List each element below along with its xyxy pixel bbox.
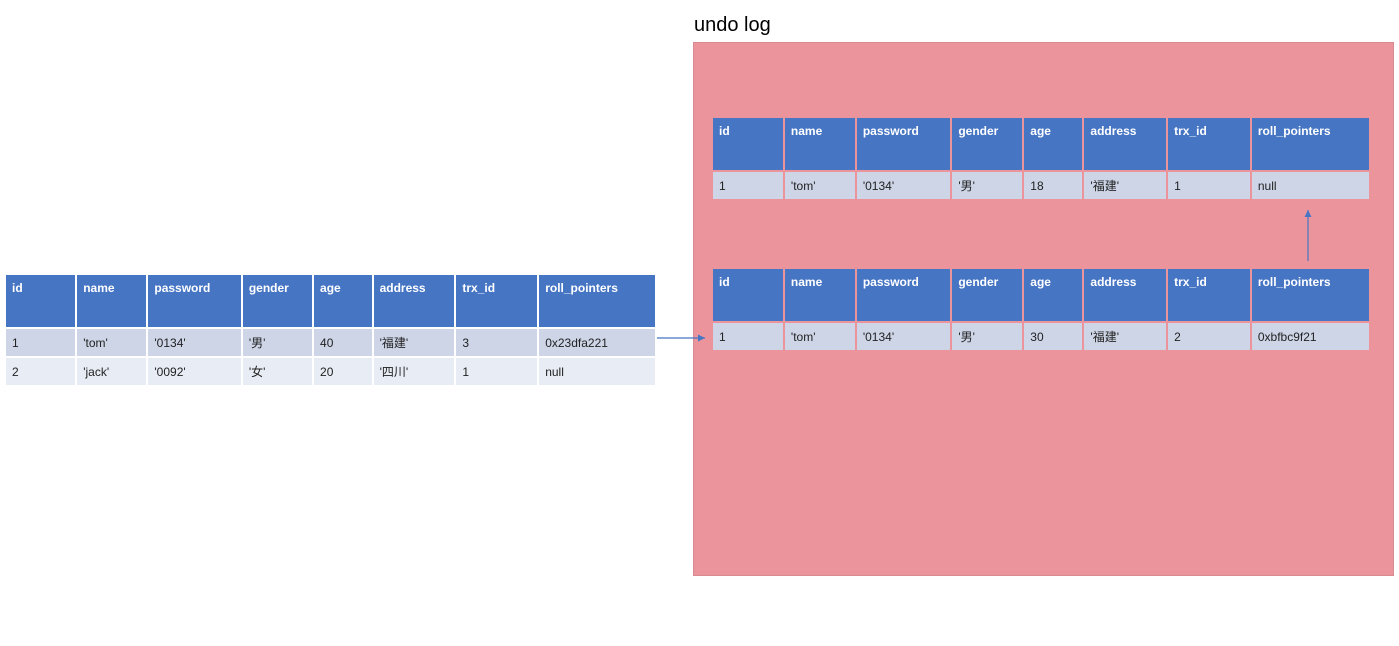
undo-table-2: id name password gender age address trx_…	[711, 267, 1371, 352]
col-id: id	[713, 269, 783, 321]
cell-roll-pointers: 0xbfbc9f21	[1252, 323, 1369, 350]
cell-name: 'tom'	[785, 323, 855, 350]
cell-name: 'tom'	[77, 329, 146, 356]
table-row: 2 'jack' '0092' '女' 20 '四川' 1 null	[6, 358, 655, 385]
cell-id: 1	[713, 172, 783, 199]
table-header-row: id name password gender age address trx_…	[713, 269, 1369, 321]
cell-age: 20	[314, 358, 372, 385]
col-address: address	[1084, 269, 1166, 321]
undo-data-table-1: id name password gender age address trx_…	[711, 116, 1371, 201]
cell-trx-id: 3	[456, 329, 537, 356]
undo-log-box: id name password gender age address trx_…	[693, 42, 1394, 576]
col-roll-pointers: roll_pointers	[1252, 118, 1369, 170]
cell-address: '福建'	[1084, 172, 1166, 199]
col-roll-pointers: roll_pointers	[1252, 269, 1369, 321]
undo-table-1: id name password gender age address trx_…	[711, 116, 1371, 201]
col-address: address	[1084, 118, 1166, 170]
col-gender: gender	[952, 269, 1022, 321]
cell-password: '0134'	[857, 172, 951, 199]
undo-log-title: undo log	[694, 14, 771, 37]
col-password: password	[857, 118, 951, 170]
cell-id: 2	[6, 358, 75, 385]
cell-password: '0134'	[148, 329, 240, 356]
col-address: address	[374, 275, 455, 327]
cell-age: 40	[314, 329, 372, 356]
col-name: name	[785, 269, 855, 321]
table-row: 1 'tom' '0134' '男' 18 '福建' 1 null	[713, 172, 1369, 199]
table-header-row: id name password gender age address trx_…	[6, 275, 655, 327]
cell-password: '0134'	[857, 323, 951, 350]
cell-roll-pointers: null	[1252, 172, 1369, 199]
col-roll-pointers: roll_pointers	[539, 275, 655, 327]
cell-name: 'jack'	[77, 358, 146, 385]
cell-age: 30	[1024, 323, 1082, 350]
cell-gender: '女'	[243, 358, 312, 385]
main-table: id name password gender age address trx_…	[4, 273, 657, 387]
table-row: 1 'tom' '0134' '男' 30 '福建' 2 0xbfbc9f21	[713, 323, 1369, 350]
table-header-row: id name password gender age address trx_…	[713, 118, 1369, 170]
col-gender: gender	[952, 118, 1022, 170]
cell-address: '四川'	[374, 358, 455, 385]
col-gender: gender	[243, 275, 312, 327]
cell-id: 1	[6, 329, 75, 356]
col-trx-id: trx_id	[1168, 269, 1250, 321]
cell-address: '福建'	[1084, 323, 1166, 350]
cell-trx-id: 1	[456, 358, 537, 385]
undo-data-table-2: id name password gender age address trx_…	[711, 267, 1371, 352]
col-name: name	[785, 118, 855, 170]
cell-roll-pointers: 0x23dfa221	[539, 329, 655, 356]
cell-age: 18	[1024, 172, 1082, 199]
cell-password: '0092'	[148, 358, 240, 385]
cell-gender: '男'	[243, 329, 312, 356]
cell-id: 1	[713, 323, 783, 350]
col-name: name	[77, 275, 146, 327]
table-row: 1 'tom' '0134' '男' 40 '福建' 3 0x23dfa221	[6, 329, 655, 356]
main-data-table: id name password gender age address trx_…	[4, 273, 657, 387]
col-password: password	[148, 275, 240, 327]
cell-trx-id: 1	[1168, 172, 1250, 199]
cell-gender: '男'	[952, 172, 1022, 199]
cell-roll-pointers: null	[539, 358, 655, 385]
col-trx-id: trx_id	[456, 275, 537, 327]
cell-address: '福建'	[374, 329, 455, 356]
col-trx-id: trx_id	[1168, 118, 1250, 170]
col-id: id	[6, 275, 75, 327]
cell-name: 'tom'	[785, 172, 855, 199]
col-age: age	[1024, 118, 1082, 170]
cell-gender: '男'	[952, 323, 1022, 350]
col-age: age	[314, 275, 372, 327]
col-age: age	[1024, 269, 1082, 321]
col-id: id	[713, 118, 783, 170]
cell-trx-id: 2	[1168, 323, 1250, 350]
col-password: password	[857, 269, 951, 321]
